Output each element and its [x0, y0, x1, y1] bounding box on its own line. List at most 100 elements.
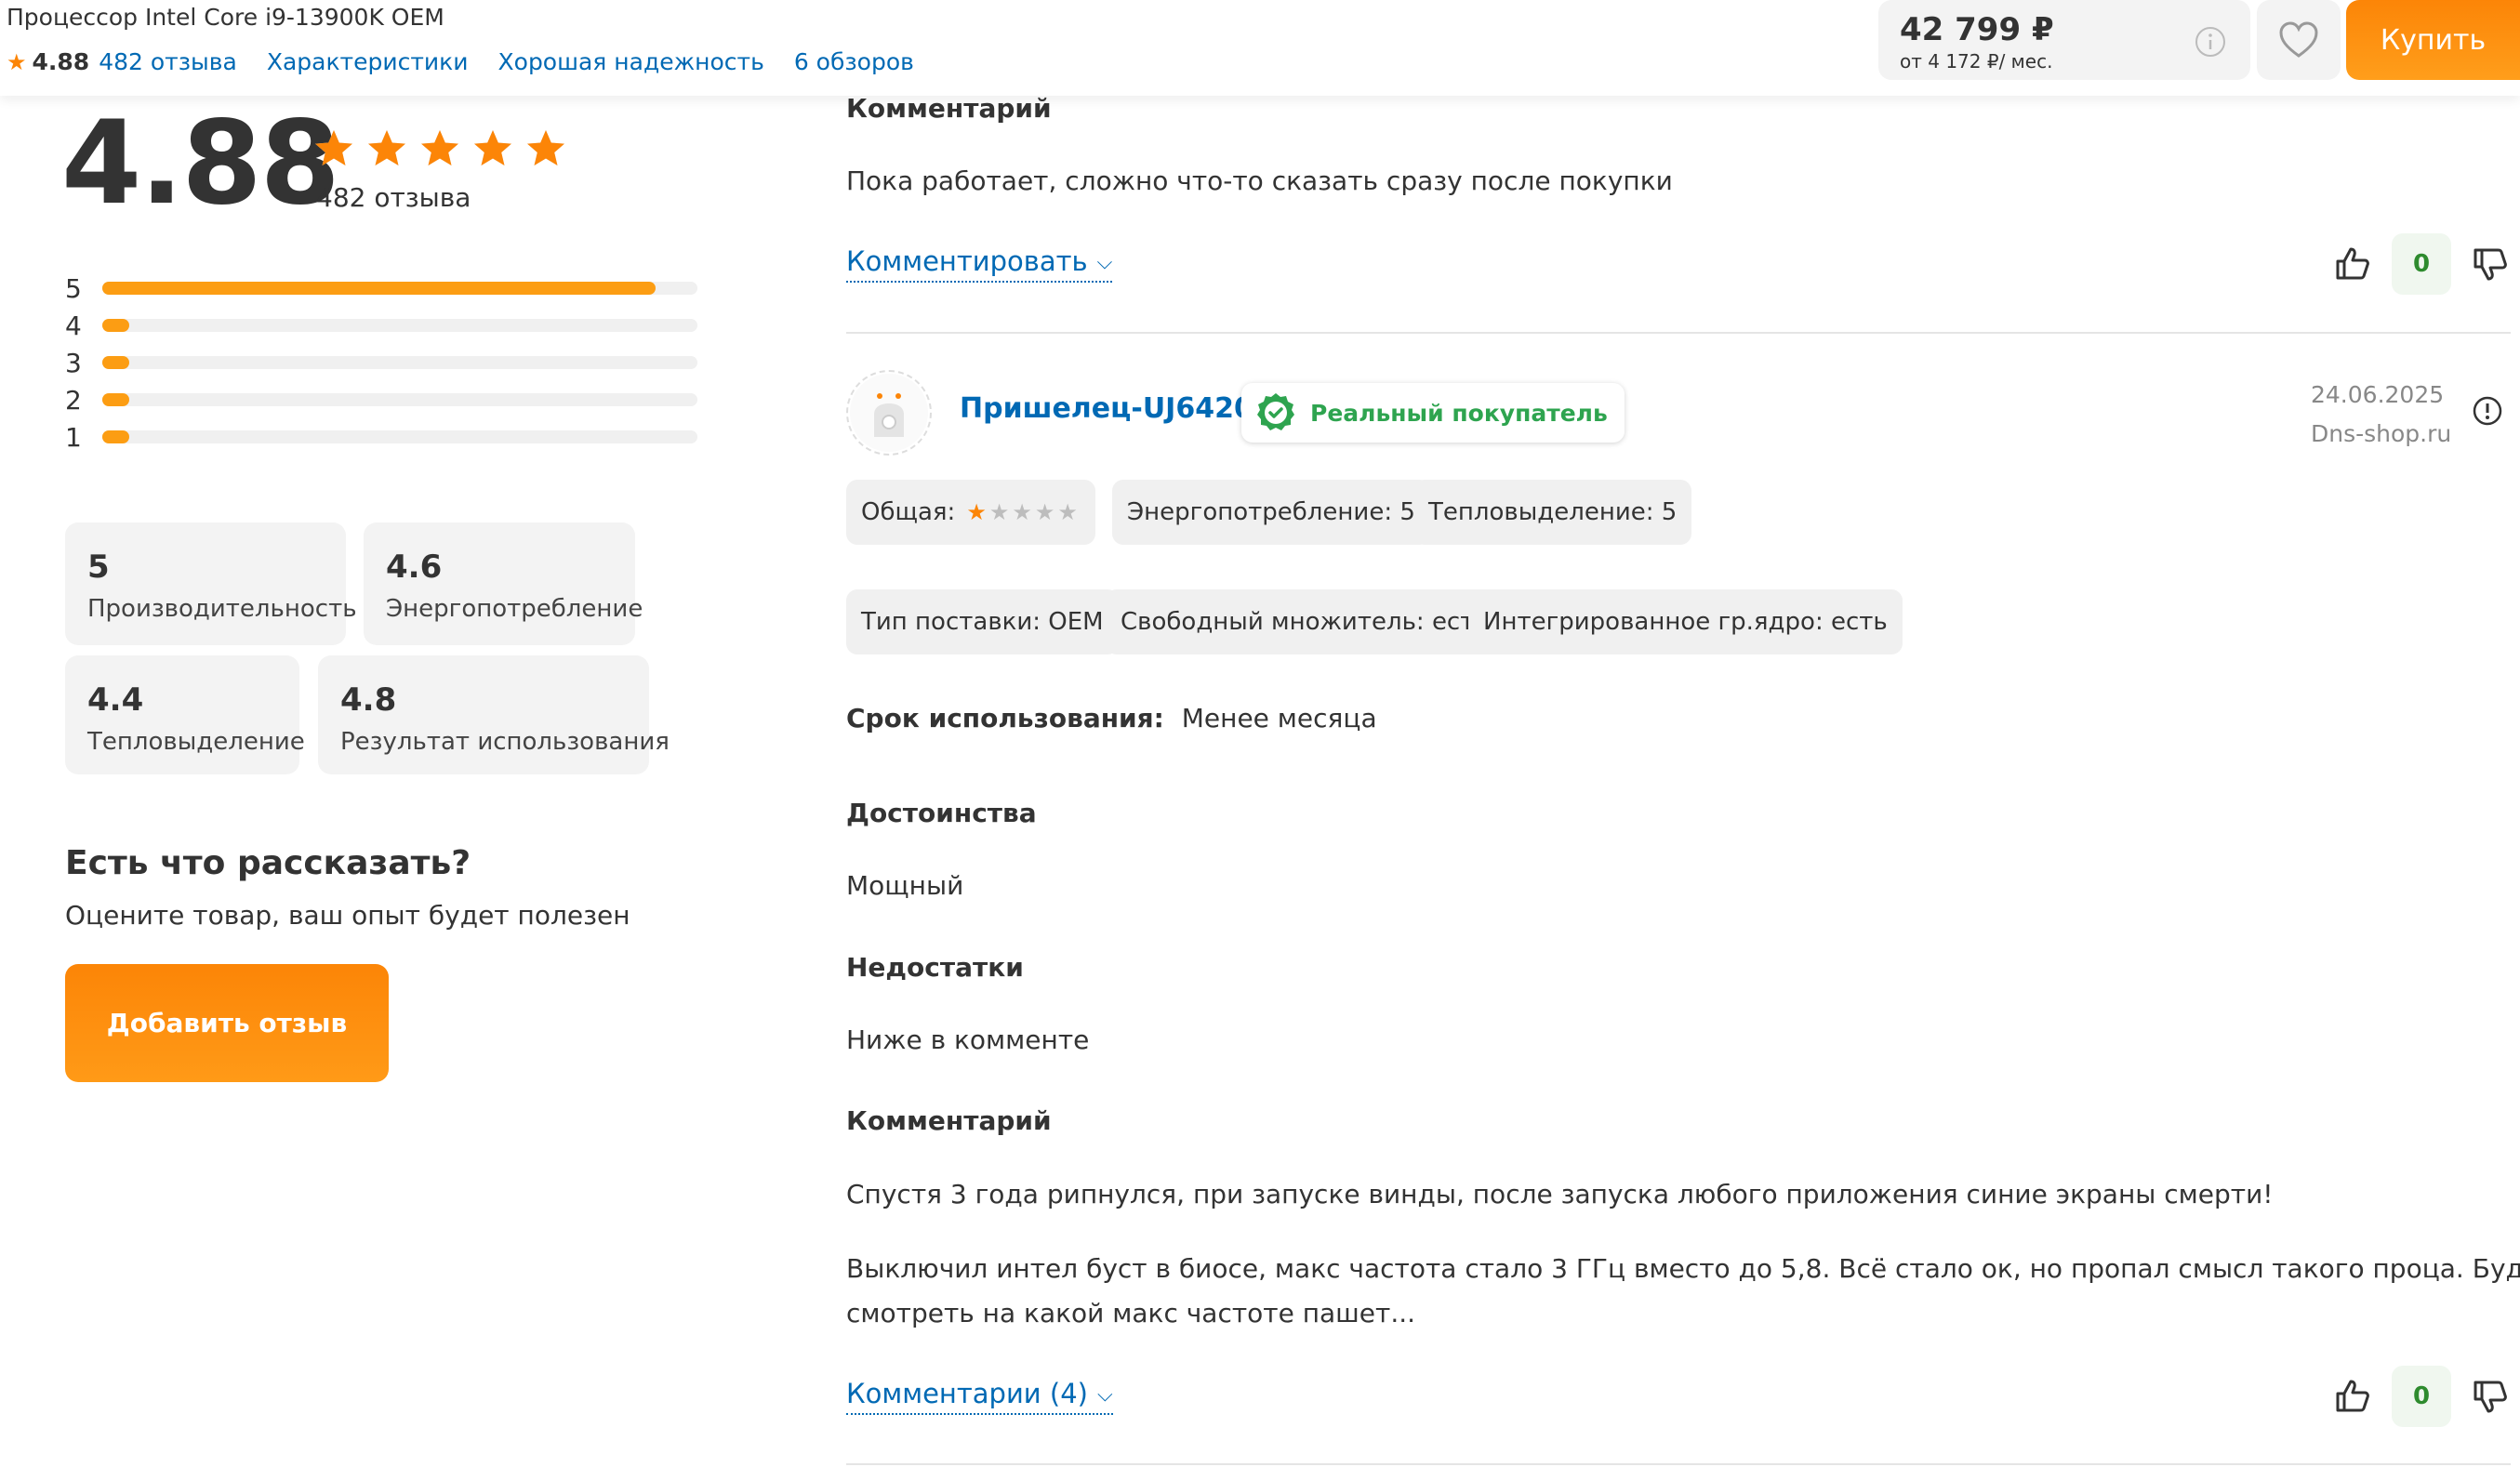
score-card-energy: 4.6 Энергопотребление: [364, 522, 643, 645]
tell-subtitle: Оцените товар, ваш опыт будет полезен: [65, 900, 630, 931]
distribution-row[interactable]: 4: [65, 307, 707, 344]
prev-comment-heading: Комментарий: [846, 93, 1052, 124]
review-divider: [846, 1463, 2511, 1465]
score-value: 5: [87, 548, 110, 586]
reviews-link[interactable]: 482 отзыва: [99, 48, 237, 75]
vote-count: 0: [2392, 1366, 2451, 1427]
usage-label: Срок использования:: [846, 703, 1164, 734]
distribution-label: 1: [65, 421, 82, 453]
product-title: Процессор Intel Core i9-13900K OEM: [7, 4, 444, 31]
overall-rating-chip: Общая: ★ ★ ★ ★ ★: [846, 480, 1095, 545]
overall-stars: ★ ★ ★ ★ ★: [966, 499, 1081, 525]
tell-title: Есть что рассказать?: [65, 844, 471, 882]
star-icon: ★: [988, 499, 1010, 525]
score-label: Тепловыделение: [87, 728, 305, 756]
distribution-label: 5: [65, 272, 82, 304]
avatar: [846, 370, 932, 456]
comment-link[interactable]: Комментировать ⌵: [846, 245, 1113, 283]
star-icon: ★: [1057, 499, 1078, 525]
star-icon: [315, 130, 352, 165]
comments-link-label: Комментарии (4): [846, 1378, 1088, 1409]
cons-heading: Недостатки: [846, 952, 1024, 983]
badge-label: Реальный покупатель: [1310, 399, 1608, 427]
chevron-down-icon: ⌵: [1096, 251, 1113, 274]
vote-count: 0: [2392, 233, 2451, 295]
score-label: Результат использования: [340, 728, 670, 756]
price-box: 42 799 ₽ от 4 172 ₽/ мес.: [1878, 0, 2250, 80]
thumbs-up-icon[interactable]: [2334, 245, 2371, 283]
distribution-fill: [102, 393, 129, 406]
usage-period: Срок использования: Менее месяца: [846, 703, 1377, 734]
add-review-button[interactable]: Добавить отзыв: [65, 964, 389, 1082]
distribution-fill: [102, 430, 129, 443]
thumbs-up-icon[interactable]: [2334, 1378, 2371, 1415]
distribution-row[interactable]: 5: [65, 270, 707, 307]
star-icon: [368, 130, 405, 165]
distribution-fill: [102, 282, 657, 295]
real-buyer-badge: Реальный покупатель: [1241, 383, 1625, 443]
comments-link[interactable]: Комментарии (4) ⌵: [846, 1378, 1113, 1415]
energy-chip: Энергопотребление: 5: [1112, 480, 1430, 545]
info-icon[interactable]: [2195, 26, 2226, 58]
overviews-link[interactable]: 6 обзоров: [794, 48, 914, 75]
igpu-chip: Интегрированное гр.ядро: есть: [1468, 589, 1903, 654]
distribution-track: [102, 393, 697, 406]
multiplier-chip: Свободный множитель: есть: [1106, 589, 1504, 654]
score-value: 4.4: [87, 681, 144, 719]
review-date: 24.06.2025: [2311, 381, 2445, 408]
distribution-track: [102, 282, 697, 295]
star-icon: ★: [966, 499, 987, 525]
star-icon: [421, 130, 458, 165]
specs-link[interactable]: Характеристики: [267, 48, 469, 75]
price: 42 799 ₽: [1900, 11, 2054, 48]
distribution-row[interactable]: 3: [65, 344, 707, 381]
comment-line: Спустя 3 года рипнулся, при запуске винд…: [846, 1179, 2274, 1209]
thumbs-down-icon[interactable]: [2472, 245, 2509, 283]
overall-label: Общая:: [861, 498, 956, 526]
user-avatar-icon: [850, 374, 928, 452]
buy-button[interactable]: Купить: [2346, 0, 2520, 80]
wishlist-button[interactable]: [2257, 0, 2341, 80]
score-value: 4.8: [340, 681, 397, 719]
distribution-fill: [102, 319, 129, 332]
review-divider: [846, 332, 2511, 334]
star-icon: ★: [7, 48, 27, 75]
distribution-row[interactable]: 1: [65, 418, 707, 456]
distribution-label: 3: [65, 347, 82, 378]
star-icon: [474, 130, 511, 165]
chevron-down-icon: ⌵: [1096, 1383, 1113, 1407]
usage-value: Менее месяца: [1181, 703, 1377, 734]
star-icon: ★: [1034, 499, 1055, 525]
header-rating: 4.88: [32, 48, 90, 75]
score-value: 4.6: [386, 548, 443, 586]
score-card-performance: 5 Производительность: [65, 522, 357, 645]
distribution-track: [102, 430, 697, 443]
reviews-count: 482 отзыва: [316, 182, 471, 213]
reliability-link[interactable]: Хорошая надежность: [498, 48, 764, 75]
credit-price: от 4 172 ₽/ мес.: [1900, 50, 2053, 73]
score-label: Производительность: [87, 595, 357, 623]
star-icon: ★: [1012, 499, 1032, 525]
comment-heading: Комментарий: [846, 1105, 1052, 1136]
verified-check-icon: [1257, 393, 1294, 430]
star-icon: [527, 130, 564, 165]
rating-distribution: 5 4 3 2 1: [65, 270, 707, 456]
thumbs-down-icon[interactable]: [2472, 1378, 2509, 1415]
heat-chip: Тепловыделение: 5: [1413, 480, 1692, 545]
review-author[interactable]: Пришелец-UJ64203: [960, 392, 1273, 425]
review-vote-block: 0: [2334, 1366, 2509, 1427]
prev-vote-block: 0: [2334, 233, 2509, 295]
heart-icon: [2279, 21, 2318, 58]
distribution-row[interactable]: 2: [65, 381, 707, 418]
review-source: Dns-shop.ru: [2311, 420, 2452, 447]
score-card-heat: 4.4 Тепловыделение: [65, 655, 305, 774]
comment-link-label: Комментировать: [846, 245, 1088, 277]
distribution-label: 4: [65, 310, 82, 341]
rating-stars: [312, 127, 577, 170]
delivery-type-chip: Тип поставки: OEM: [846, 589, 1119, 654]
report-icon[interactable]: [2472, 395, 2503, 427]
comment-line: Выключил интел буст в биосе, макс частот…: [846, 1253, 2520, 1284]
prev-comment-text: Пока работает, сложно что-то сказать сра…: [846, 165, 1673, 196]
pros-heading: Достоинства: [846, 798, 1037, 828]
distribution-label: 2: [65, 384, 82, 416]
